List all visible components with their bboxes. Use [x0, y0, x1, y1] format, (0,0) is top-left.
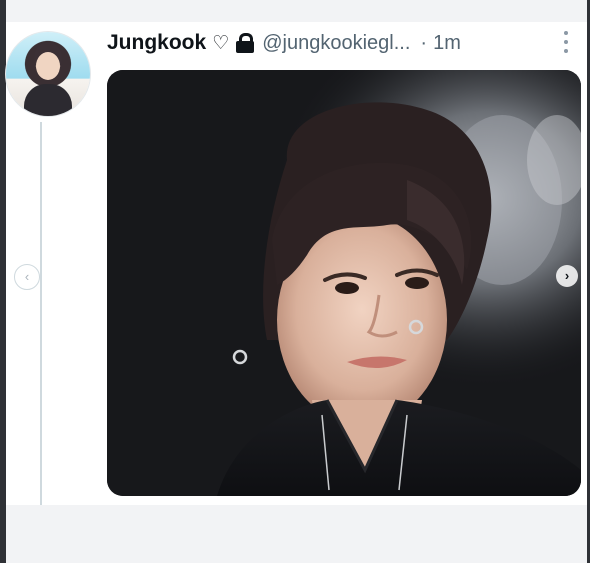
- avatar[interactable]: [6, 32, 90, 116]
- tweet-media-photo[interactable]: [107, 70, 581, 496]
- timestamp[interactable]: 1m: [433, 32, 461, 55]
- carousel-next-button[interactable]: ›: [556, 265, 578, 287]
- tweet-header: Jungkook ♡ @jungkookiegl... · 1m: [107, 28, 461, 58]
- portrait-photo: [107, 70, 581, 496]
- heart-icon: ♡: [212, 32, 230, 54]
- thread-line: [40, 122, 42, 505]
- left-frame: [0, 0, 6, 563]
- top-strip: [6, 0, 587, 22]
- lock-icon: [236, 33, 255, 53]
- more-vertical-icon[interactable]: [563, 31, 569, 53]
- bottom-strip: [6, 505, 587, 563]
- display-name[interactable]: Jungkook: [107, 31, 206, 55]
- separator-dot: ·: [420, 31, 428, 54]
- carousel-prev-button[interactable]: ‹: [14, 264, 40, 290]
- user-handle[interactable]: @jungkookiegl...: [262, 32, 410, 55]
